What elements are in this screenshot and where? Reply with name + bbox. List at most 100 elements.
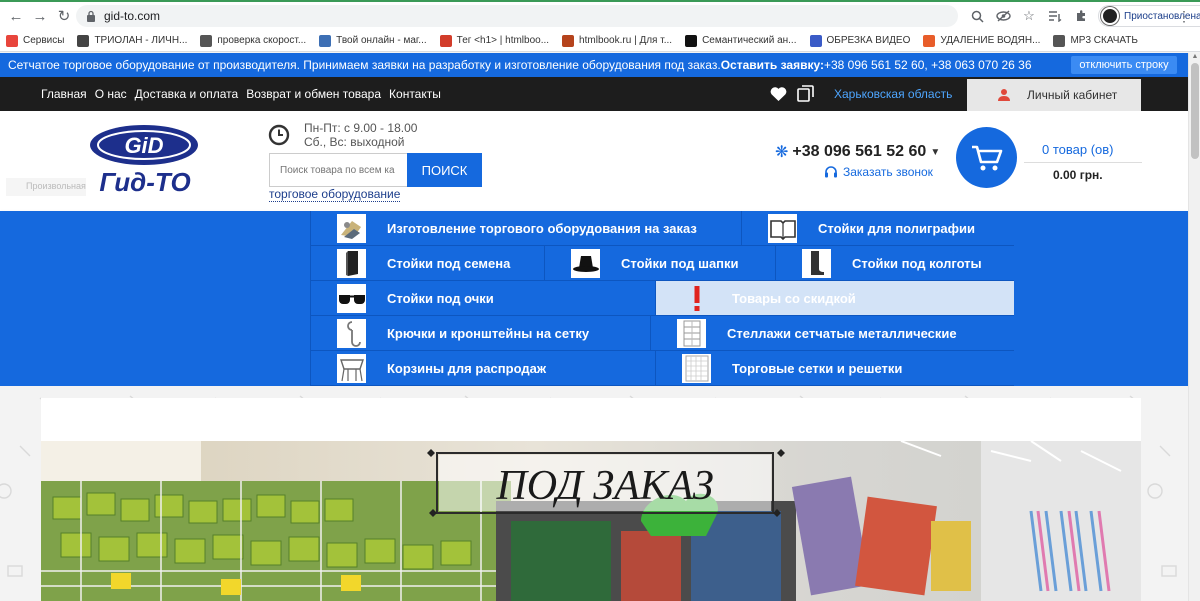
tracking-blocked-icon[interactable] <box>990 4 1016 28</box>
menu-row: Изготовление торгового оборудования на з… <box>310 211 1014 246</box>
bookmark-favicon-icon <box>200 34 213 47</box>
grid-panel-thumb-icon <box>682 354 711 383</box>
menu-item-label: Изготовление торгового оборудования на з… <box>387 220 697 236</box>
extensions-icon[interactable] <box>1068 4 1094 28</box>
avatar <box>1101 7 1119 25</box>
bookmark-item[interactable]: Твой онлайн - маг... <box>319 34 427 47</box>
logo-mark-icon: GiD <box>90 125 198 165</box>
bookmark-label: Семантический ан... <box>702 35 797 46</box>
menu-item-printing-stands[interactable]: Стойки для полиграфии <box>741 211 1014 246</box>
promo-phones: +38 096 561 52 60, +38 063 070 26 36 <box>823 58 1032 72</box>
banner-title: ПОД ЗАКАЗ <box>495 463 713 509</box>
chevron-down-icon: ▼ <box>930 146 941 158</box>
menu-item-mesh-racks[interactable]: Стеллажи сетчатые металлические <box>650 316 1014 351</box>
bookmark-item[interactable]: MP3 СКАЧАТЬ <box>1053 34 1138 47</box>
heart-icon[interactable] <box>770 86 787 102</box>
catalog-menu: Изготовление торгового оборудования на з… <box>0 211 1188 386</box>
callback-link[interactable]: Заказать звонок <box>824 165 933 179</box>
menu-item-glasses-stands[interactable]: Стойки под очки <box>310 281 655 316</box>
bookmark-item[interactable]: УДАЛЕНИЕ ВОДЯН... <box>923 34 1040 47</box>
menu-item-custom-equipment[interactable]: Изготовление торгового оборудования на з… <box>310 211 741 246</box>
menu-item-label: Стойки под семена <box>387 255 511 271</box>
lock-icon <box>87 10 95 22</box>
bookmarks-bar: Сервисы ТРИОЛАН - ЛИЧН... проверка скорост… <box>0 30 1200 52</box>
forward-icon[interactable]: → <box>28 4 52 28</box>
menu-item-tights-stands[interactable]: Стойки под колготы <box>775 246 1014 281</box>
search-hint-link[interactable]: торговое оборудование <box>269 187 401 202</box>
menu-item-label: Стойки под шапки <box>621 255 739 271</box>
menu-row: Корзины для распродаж Торговые сетки и р… <box>310 351 1014 386</box>
bookmark-item[interactable]: Семантический ан... <box>685 34 797 47</box>
menu-item-label: Стеллажи сетчатые металлические <box>727 325 957 341</box>
menu-item-mesh-grids[interactable]: Торговые сетки и решетки <box>655 351 1014 386</box>
bookmark-star-icon[interactable]: ☆ <box>1016 4 1042 28</box>
reload-icon[interactable]: ↻ <box>52 4 76 28</box>
browser-menu-icon[interactable]: ⋮ <box>1174 4 1194 28</box>
working-hours: Пн-Пт: с 9.00 - 18.00 Сб., Вс: выходной <box>268 121 417 157</box>
bookmark-favicon-icon <box>1053 34 1066 47</box>
hide-strip-button[interactable]: отключить строку <box>1071 56 1177 74</box>
menu-item-discounts[interactable]: Товары со скидкой <box>655 281 1014 316</box>
cart-icon <box>971 145 1002 170</box>
menu-item-label: Крючки и кронштейны на сетку <box>387 325 590 341</box>
address-bar[interactable]: gid-to.com <box>76 5 958 27</box>
bookmark-favicon-icon <box>809 34 822 47</box>
menu-item-hat-stands[interactable]: Стойки под шапки <box>544 246 775 281</box>
nav-link[interactable]: О нас <box>95 87 127 101</box>
bookmark-label: ОБРЕЗКА ВИДЕО <box>826 35 911 46</box>
nav-links: Главная О нас Доставка и оплата Возврат и о… <box>41 77 449 111</box>
bookmark-item[interactable]: htmlbook.ru | Для т... <box>562 34 673 47</box>
logo-text: Гид-ТО <box>99 167 191 197</box>
headset-icon <box>825 166 837 178</box>
bookmark-item[interactable]: ОБРЕЗКА ВИДЕО <box>809 34 911 47</box>
bookmark-favicon-icon <box>923 34 936 47</box>
nav-link[interactable]: Доставка и оплата <box>135 87 239 101</box>
bookmark-item[interactable]: Сервисы <box>6 34 65 47</box>
cart-divider <box>1024 162 1142 163</box>
bookmark-item[interactable]: проверка скорост... <box>200 34 306 47</box>
menu-item-sale-baskets[interactable]: Корзины для распродаж <box>310 351 655 386</box>
phone-block[interactable]: ❋ +38 096 561 52 60 ▼ <box>775 141 940 163</box>
bookmark-item[interactable]: ТРИОЛАН - ЛИЧН... <box>77 34 188 47</box>
cart-count[interactable]: 0 товар (ов) <box>1042 142 1114 157</box>
hours-weekend: Сб., Вс: выходной <box>304 135 405 149</box>
store-photo-icon: ПОД ЗАКАЗ <box>41 441 1141 601</box>
promo-banner[interactable]: ПОД ЗАКАЗ <box>41 441 1141 601</box>
asterisk-icon: ❋ <box>775 144 789 161</box>
zoom-icon[interactable] <box>964 4 990 28</box>
site-logo[interactable]: GiD Гид-ТО <box>88 123 200 199</box>
callback-label: Заказать звонок <box>843 165 933 179</box>
back-icon[interactable]: ← <box>4 4 28 28</box>
scroll-thumb[interactable] <box>1191 63 1199 159</box>
bookmark-label: Тег <h1> | htmlboo... <box>456 35 550 46</box>
nav-link[interactable]: Возврат и обмен товара <box>246 87 381 101</box>
bookmark-label: Сервисы <box>23 35 65 46</box>
custom-equipment-thumb-icon <box>337 214 366 243</box>
region-selector[interactable]: Харьковская область <box>834 77 952 111</box>
reading-list-icon[interactable] <box>1042 4 1068 28</box>
bookmark-favicon-icon <box>439 34 452 47</box>
bookmark-label: Твой онлайн - маг... <box>336 35 427 46</box>
menu-item-label: Стойки для полиграфии <box>818 220 975 236</box>
scroll-up-icon[interactable]: ▲ <box>1191 53 1199 61</box>
bookmark-label: ТРИОЛАН - ЛИЧН... <box>94 35 188 46</box>
cart-button[interactable] <box>956 127 1017 188</box>
bookmark-label: htmlbook.ru | Для т... <box>579 35 673 46</box>
compare-icon[interactable] <box>797 85 814 102</box>
nav-link[interactable]: Контакты <box>389 87 441 101</box>
hours-weekdays: Пн-Пт: с 9.00 - 18.00 <box>304 121 418 135</box>
search-input[interactable] <box>269 153 407 187</box>
menu-item-seed-stands[interactable]: Стойки под семена <box>310 246 544 281</box>
promo-strip: Сетчатое торговое оборудование от произв… <box>0 53 1188 77</box>
ghost-label: Произвольная <box>6 178 86 196</box>
menu-item-hooks[interactable]: Крючки и кронштейны на сетку <box>310 316 650 351</box>
menu-item-label: Корзины для распродаж <box>387 360 547 376</box>
search-form: ПОИСК <box>269 153 482 187</box>
bookmark-item[interactable]: Тег <h1> | htmlboo... <box>439 34 550 47</box>
menu-item-label: Стойки под колготы <box>852 255 982 271</box>
svg-text:GiD: GiD <box>124 133 163 158</box>
nav-link[interactable]: Главная <box>41 87 87 101</box>
search-button[interactable]: ПОИСК <box>407 153 482 187</box>
page-scrollbar[interactable]: ▲ <box>1188 53 1200 601</box>
account-button[interactable]: Личный кабинет <box>967 79 1141 111</box>
